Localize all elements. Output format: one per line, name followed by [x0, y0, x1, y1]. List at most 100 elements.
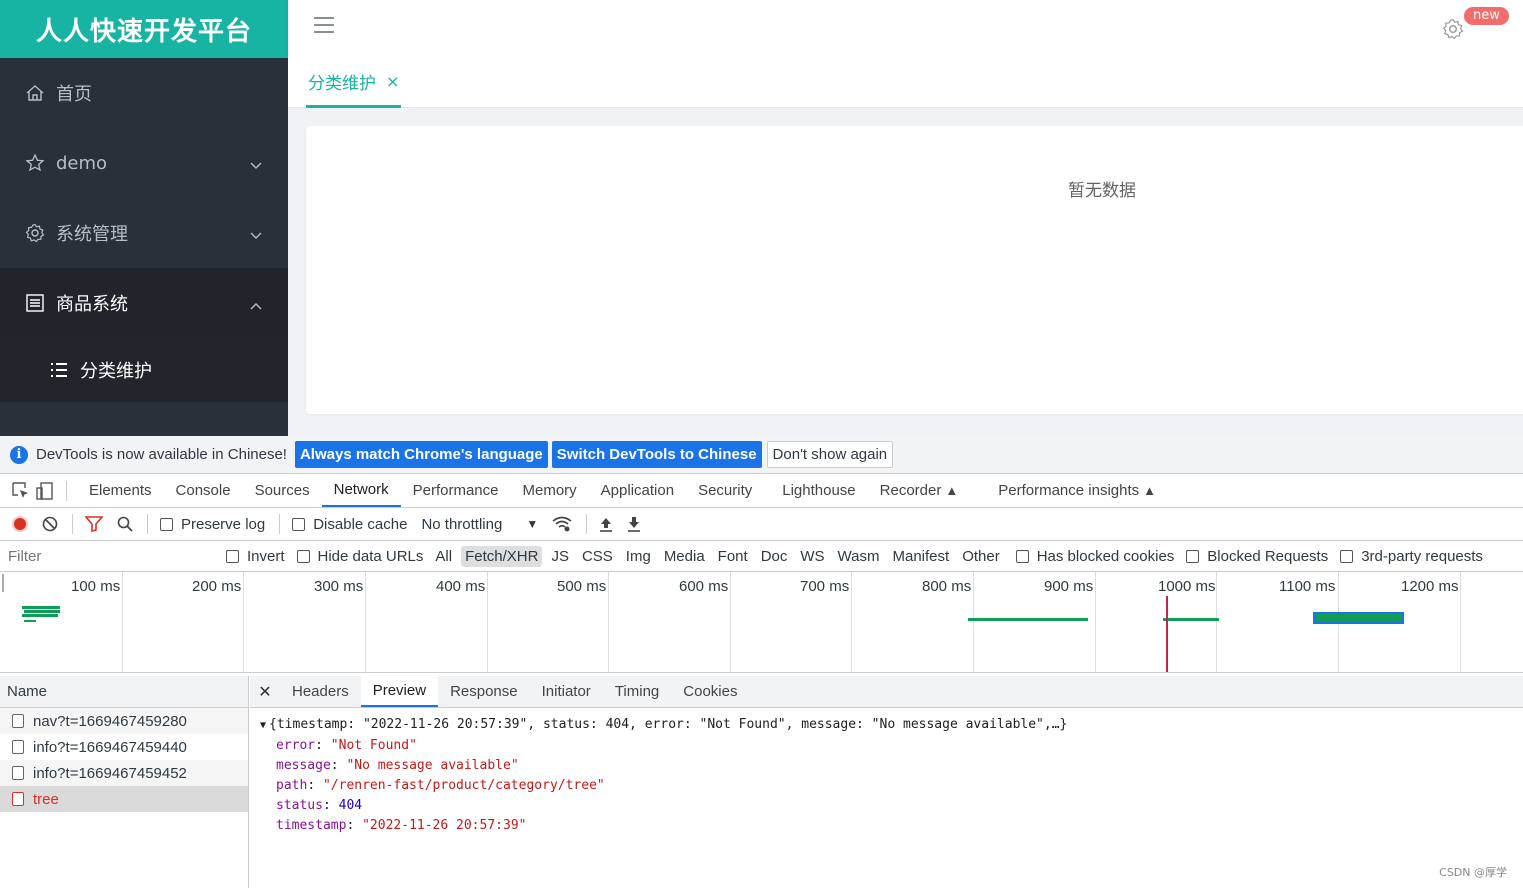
hamburger-icon[interactable]: [314, 17, 334, 37]
timeline-tick: 300 ms: [314, 578, 364, 595]
json-value: "2022-11-26 20:57:39": [362, 818, 527, 833]
tab-security[interactable]: Security: [686, 474, 764, 507]
detail-tabs: ✕ Headers Preview Response Initiator Tim…: [250, 676, 1523, 708]
type-js[interactable]: JS: [547, 546, 573, 567]
type-doc[interactable]: Doc: [757, 546, 792, 567]
blocked-requests-label: Blocked Requests: [1207, 547, 1329, 565]
sidebar-item-demo[interactable]: demo: [0, 128, 288, 198]
tab-performance-insights-label: Performance insights: [998, 482, 1140, 499]
tab-memory[interactable]: Memory: [511, 474, 589, 507]
tab-initiator[interactable]: Initiator: [530, 676, 603, 707]
close-icon[interactable]: ×: [386, 72, 399, 91]
tab-headers[interactable]: Headers: [280, 676, 361, 707]
tab-recorder[interactable]: Recorder ▲: [868, 474, 971, 507]
type-wasm[interactable]: Wasm: [834, 546, 884, 567]
tab-performance[interactable]: Performance: [401, 474, 511, 507]
tab-timing[interactable]: Timing: [603, 676, 671, 707]
language-infobar: i DevTools is now available in Chinese! …: [0, 436, 1523, 474]
filter-input[interactable]: [4, 544, 214, 568]
dont-show-again-button[interactable]: Don't show again: [766, 441, 894, 468]
timeline-tick: 400 ms: [436, 578, 486, 595]
has-blocked-cookies-checkbox[interactable]: Has blocked cookies: [1015, 547, 1175, 565]
content-panel: 暂无数据: [306, 126, 1523, 414]
sidebar-item-label: 首页: [56, 84, 92, 105]
throttling-select[interactable]: No throttling ▼: [421, 516, 538, 533]
tab-performance-insights[interactable]: Performance insights ▲: [986, 474, 1168, 507]
search-icon[interactable]: [117, 516, 133, 532]
sidebar-item-system[interactable]: 系统管理: [0, 198, 288, 268]
has-blocked-cookies-label: Has blocked cookies: [1036, 547, 1175, 565]
tab-cookies[interactable]: Cookies: [671, 676, 749, 707]
import-har-icon[interactable]: [599, 516, 613, 532]
disable-cache-checkbox[interactable]: Disable cache: [292, 516, 407, 533]
new-badge: new: [1463, 6, 1510, 26]
preserve-log-checkbox[interactable]: Preserve log: [160, 516, 265, 533]
tab-elements[interactable]: Elements: [77, 474, 164, 507]
tab-application[interactable]: Application: [589, 474, 686, 507]
network-overview[interactable]: 100 ms 200 ms 300 ms 400 ms 500 ms 600 m…: [0, 572, 1523, 673]
request-row-selected[interactable]: tree: [0, 786, 248, 812]
tab-console[interactable]: Console: [164, 474, 243, 507]
sidebar-item-category[interactable]: 分类维护: [0, 338, 288, 402]
third-party-checkbox[interactable]: 3rd-party requests: [1340, 548, 1483, 565]
sidebar-item-home[interactable]: 首页: [0, 58, 288, 128]
export-har-icon[interactable]: [627, 516, 641, 532]
request-name: info?t=1669467459452: [33, 764, 187, 782]
network-details: Name nav?t=1669467459280 info?t=16694674…: [0, 676, 1523, 888]
divider: [147, 514, 148, 534]
match-language-button[interactable]: Always match Chrome's language: [294, 441, 548, 468]
tab-category[interactable]: 分类维护 ×: [306, 58, 402, 108]
expand-triangle-icon[interactable]: ▼: [260, 720, 266, 731]
type-fetch-xhr[interactable]: Fetch/XHR: [461, 545, 543, 567]
tab-bar: 分类维护 ×: [288, 58, 1523, 108]
record-button[interactable]: [12, 516, 28, 532]
load-event-marker: [1166, 596, 1168, 672]
empty-text: 暂无数据: [1068, 181, 1136, 201]
type-other[interactable]: Other: [958, 546, 1004, 567]
tab-network[interactable]: Network: [321, 474, 401, 507]
type-all[interactable]: All: [431, 546, 456, 567]
device-toolbar-icon[interactable]: [34, 480, 56, 502]
dropdown-arrow-icon: ▼: [526, 517, 539, 531]
type-font[interactable]: Font: [714, 546, 752, 567]
request-row[interactable]: info?t=1669467459452: [0, 760, 248, 786]
tab-label: 分类维护: [308, 74, 376, 94]
json-summary-row[interactable]: ▼ {timestamp: "2022-11-26 20:57:39", stat…: [260, 715, 1523, 736]
json-value: "Not Found": [330, 738, 417, 753]
tab-response[interactable]: Response: [438, 676, 530, 707]
type-css[interactable]: CSS: [578, 546, 617, 567]
sidebar-item-product[interactable]: 商品系统: [0, 268, 288, 338]
hide-data-urls-checkbox[interactable]: Hide data URLs: [296, 548, 423, 565]
json-row: message: "No message available": [276, 758, 519, 773]
tab-lighthouse[interactable]: Lighthouse: [770, 474, 867, 507]
type-media[interactable]: Media: [660, 546, 709, 567]
timeline-tick: 1100 ms: [1279, 578, 1336, 595]
name-column-header[interactable]: Name: [0, 676, 248, 708]
blocked-requests-checkbox[interactable]: Blocked Requests: [1186, 548, 1328, 565]
network-conditions-icon[interactable]: [552, 516, 572, 532]
switch-chinese-button[interactable]: Switch DevTools to Chinese: [551, 441, 762, 468]
invert-checkbox[interactable]: Invert: [226, 548, 285, 565]
type-manifest[interactable]: Manifest: [889, 546, 954, 567]
disable-cache-label: Disable cache: [313, 515, 408, 533]
request-list: Name nav?t=1669467459280 info?t=16694674…: [0, 676, 249, 888]
filter-icon[interactable]: [85, 516, 103, 532]
type-ws[interactable]: WS: [796, 546, 828, 567]
json-preview: ▼ {timestamp: "2022-11-26 20:57:39", stat…: [250, 708, 1523, 836]
settings-gear-icon[interactable]: [1442, 18, 1464, 44]
watermark: CSDN @厚学: [1439, 866, 1507, 879]
request-row[interactable]: nav?t=1669467459280: [0, 708, 248, 734]
clear-icon[interactable]: [42, 516, 58, 532]
close-icon[interactable]: ✕: [250, 682, 280, 702]
tab-preview[interactable]: Preview: [360, 676, 439, 707]
gear-icon: [24, 222, 46, 244]
grid-line: [1216, 572, 1217, 672]
chevron-down-icon: [250, 154, 262, 175]
type-img[interactable]: Img: [622, 546, 655, 567]
file-icon: [12, 714, 24, 728]
request-row[interactable]: info?t=1669467459440: [0, 734, 248, 760]
tab-sources[interactable]: Sources: [243, 474, 322, 507]
json-value: "No message available": [346, 758, 519, 773]
json-key: timestamp: [276, 818, 347, 833]
inspect-element-icon[interactable]: [10, 480, 32, 502]
